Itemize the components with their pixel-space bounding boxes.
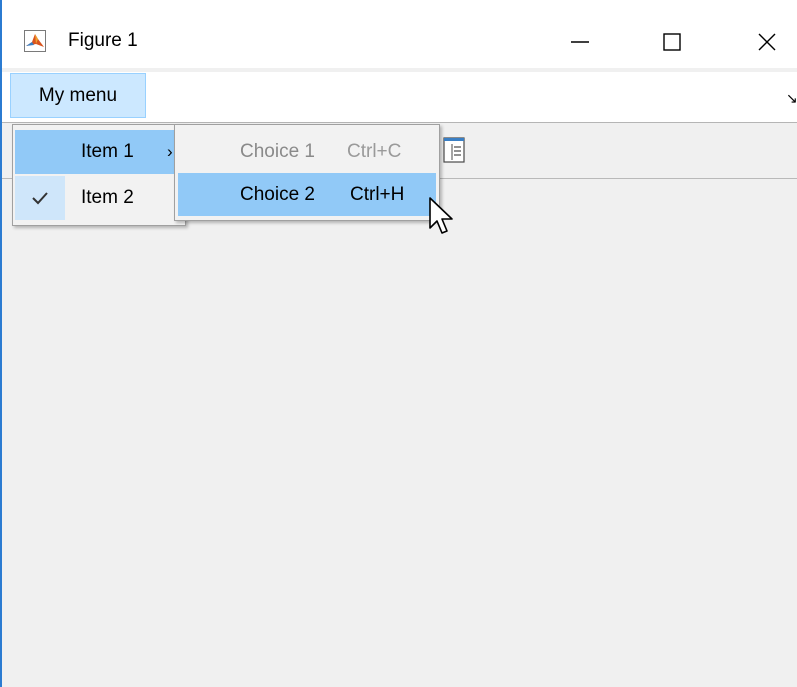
menu-item-item-1[interactable]: Item 1 › [15, 130, 183, 174]
close-button[interactable] [737, 20, 797, 64]
menu-item-label: Item 2 [81, 187, 134, 208]
figure-canvas[interactable] [2, 179, 797, 687]
menu-item-label: Item 1 [81, 141, 134, 162]
figure-window: Figure 1 My menu ↘ Item 1 › Item 2 Choic… [0, 0, 797, 687]
submenu-arrow-icon: › [167, 142, 173, 161]
menu-item-item-2[interactable]: Item 2 [15, 176, 183, 220]
checkmark-icon [32, 192, 48, 205]
matlab-logo-icon [24, 30, 46, 52]
submenu-item-label: Choice 2 [240, 184, 315, 205]
check-column [15, 176, 65, 220]
my-menu-button[interactable]: My menu [10, 73, 146, 118]
minimize-icon [571, 41, 589, 43]
mouse-pointer-icon [429, 197, 453, 234]
menu-bar: My menu ↘ [2, 72, 797, 123]
submenu-item-choice-2[interactable]: Choice 2 Ctrl+H [178, 173, 436, 216]
submenu-item-choice-1[interactable]: Choice 1 Ctrl+C [178, 130, 436, 173]
shortcut-label: Ctrl+C [347, 141, 402, 162]
shortcut-label: Ctrl+H [350, 184, 405, 205]
title-bar[interactable]: Figure 1 [2, 0, 797, 68]
minimize-button[interactable] [550, 20, 610, 64]
item-1-submenu: Choice 1 Ctrl+C Choice 2 Ctrl+H [174, 124, 440, 221]
maximize-button[interactable] [642, 20, 702, 64]
dock-arrow-icon[interactable]: ↘ [786, 90, 797, 107]
window-title: Figure 1 [68, 30, 138, 51]
close-icon [758, 33, 776, 51]
my-menu-dropdown: Item 1 › Item 2 [12, 124, 186, 226]
maximize-icon [663, 33, 681, 51]
check-column [15, 130, 65, 174]
submenu-item-label: Choice 1 [240, 141, 315, 162]
property-inspector-icon[interactable] [443, 136, 465, 164]
